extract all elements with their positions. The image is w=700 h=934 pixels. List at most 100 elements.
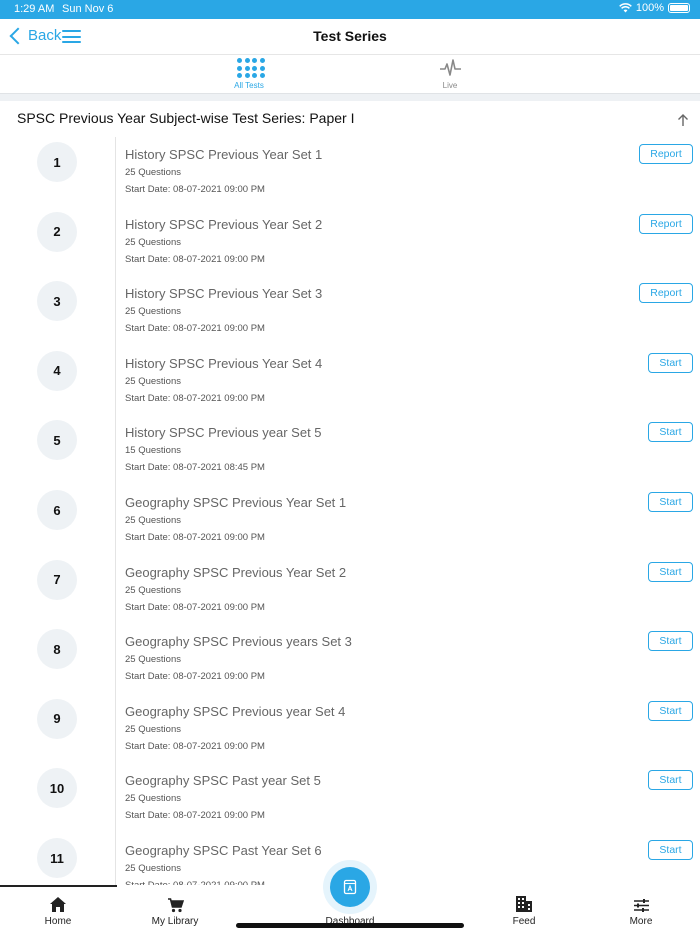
divider: [115, 137, 116, 207]
arrow-up-icon[interactable]: [676, 113, 690, 127]
divider: [115, 415, 116, 485]
book-icon: [343, 879, 357, 895]
dashboard-fab[interactable]: [330, 867, 370, 907]
test-number: 1: [37, 142, 77, 182]
report-button[interactable]: Report: [639, 144, 693, 164]
divider: [115, 833, 116, 885]
test-start-date: Start Date: 08-07-2021 09:00 PM: [125, 810, 265, 822]
test-name: Geography SPSC Previous years Set 3: [125, 634, 352, 650]
test-start-date: Start Date: 08-07-2021 09:00 PM: [125, 740, 265, 752]
test-row[interactable]: 7 Geography SPSC Previous Year Set 2 25 Qu…: [0, 554, 700, 625]
test-name: History SPSC Previous Year Set 1: [125, 147, 323, 162]
active-tab-indicator: [0, 885, 117, 887]
divider: [115, 345, 116, 416]
section-title: SPSC Previous Year Subject-wise Test Ser…: [17, 110, 355, 126]
tab-label: My Library: [151, 916, 199, 927]
start-button[interactable]: Start: [648, 492, 693, 512]
test-questions: 25 Questions: [125, 654, 181, 666]
tab-home[interactable]: Home: [18, 893, 98, 927]
battery-icon: [668, 3, 690, 13]
test-number: 6: [37, 490, 77, 530]
sliders-icon: [633, 899, 649, 912]
status-bar: 1:29 AM Sun Nov 6 100%: [0, 0, 700, 19]
tab-bar: All Tests Live: [0, 55, 700, 93]
test-row[interactable]: 1 History SPSC Previous Year Set 1 25 Ques…: [0, 137, 700, 207]
home-indicator: [236, 923, 464, 928]
test-start-date: Start Date: 08-07-2021 08:45 PM: [125, 462, 265, 474]
test-row[interactable]: 8 Geography SPSC Previous years Set 3 25 Q…: [0, 624, 700, 694]
test-start-date: Start Date: 08-07-2021 09:00 PM: [125, 532, 265, 543]
test-number: 4: [37, 350, 77, 391]
status-time: 1:29 AM: [14, 3, 55, 15]
home-icon: [50, 897, 66, 912]
test-questions: 25 Questions: [125, 306, 181, 318]
cart-icon: [167, 898, 184, 913]
start-button[interactable]: Start: [648, 561, 693, 582]
test-list: 1 History SPSC Previous Year Set 1 25 Ques…: [0, 137, 700, 885]
divider: [115, 206, 116, 277]
tab-feed[interactable]: Feed: [484, 893, 564, 927]
tab-label: Feed: [512, 916, 536, 927]
start-button[interactable]: Start: [648, 422, 693, 443]
test-start-date: Start Date: 08-07-2021 09:00 PM: [125, 323, 265, 335]
test-row[interactable]: 9 Geography SPSC Previous year Set 4 25 Qu…: [0, 693, 700, 764]
test-number: 5: [37, 420, 77, 461]
report-button[interactable]: Report: [639, 283, 693, 304]
test-start-date: Start Date: 08-07-2021 09:00 PM: [125, 392, 265, 404]
wifi-icon: [619, 3, 632, 13]
test-row[interactable]: 6 Geography SPSC Previous Year Set 1 25 Qu…: [0, 485, 700, 555]
test-start-date: Start Date: 08-07-2021 09:00 PM: [125, 671, 265, 683]
test-name: Geography SPSC Past Year Set 6: [125, 843, 322, 858]
test-row[interactable]: 4 History SPSC Previous Year Set 4 25 Ques…: [0, 345, 700, 416]
test-number: 2: [37, 211, 77, 252]
test-questions: 25 Questions: [125, 375, 181, 387]
test-number: 7: [37, 559, 77, 600]
test-start-date: Start Date: 08-07-2021 09:00 PM: [125, 184, 265, 195]
test-number: 11: [37, 838, 77, 878]
test-number: 8: [37, 629, 77, 670]
tab-label: More: [629, 916, 653, 927]
divider: [115, 624, 116, 694]
test-start-date: Start Date: 08-07-2021 09:00 PM: [125, 601, 265, 613]
battery-percent: 100%: [635, 2, 664, 14]
pulse-icon: [440, 59, 461, 76]
start-button[interactable]: Start: [648, 700, 693, 721]
test-name: History SPSC Previous Year Set 3: [125, 286, 323, 302]
test-number: 10: [37, 768, 77, 809]
status-right: 100%: [619, 2, 690, 14]
nav-bar: Back Test Series: [0, 19, 700, 54]
tab-my-library[interactable]: My Library: [135, 893, 215, 927]
test-questions: 15 Questions: [125, 445, 181, 457]
tab-live[interactable]: Live: [400, 55, 500, 93]
test-questions: 25 Questions: [125, 584, 181, 596]
report-button[interactable]: Report: [639, 213, 693, 234]
divider: [115, 693, 116, 764]
status-date: Sun Nov 6: [62, 3, 114, 15]
section-header[interactable]: SPSC Previous Year Subject-wise Test Ser…: [0, 101, 700, 137]
divider: [115, 554, 116, 625]
test-questions: 25 Questions: [125, 863, 181, 874]
grid-icon: [237, 58, 265, 78]
test-name: History SPSC Previous Year Set 4: [125, 355, 323, 371]
test-row[interactable]: 3 History SPSC Previous Year Set 3 25 Ques…: [0, 276, 700, 346]
test-row[interactable]: 2 History SPSC Previous Year Set 2 25 Ques…: [0, 206, 700, 277]
page-title: Test Series: [313, 28, 387, 44]
test-number: 9: [37, 698, 77, 739]
tab-more[interactable]: More: [601, 893, 681, 927]
tab-label: Home: [44, 916, 72, 927]
start-button[interactable]: Start: [648, 631, 693, 652]
test-name: Geography SPSC Previous year Set 4: [125, 703, 346, 719]
divider: [115, 276, 116, 346]
tab-all-tests[interactable]: All Tests: [199, 55, 299, 93]
tab-label: Live: [442, 81, 458, 90]
tab-label: All Tests: [234, 81, 264, 90]
start-button[interactable]: Start: [648, 770, 693, 791]
test-questions: 25 Questions: [125, 515, 181, 526]
test-name: Geography SPSC Previous Year Set 1: [125, 495, 347, 510]
test-row[interactable]: 10 Geography SPSC Past year Set 5 25 Quest…: [0, 763, 700, 833]
test-row[interactable]: 5 History SPSC Previous year Set 5 15 Ques…: [0, 415, 700, 485]
start-button[interactable]: Start: [648, 352, 693, 373]
start-button[interactable]: Start: [648, 840, 693, 860]
test-questions: 25 Questions: [125, 793, 181, 805]
test-name: History SPSC Previous year Set 5: [125, 425, 322, 441]
